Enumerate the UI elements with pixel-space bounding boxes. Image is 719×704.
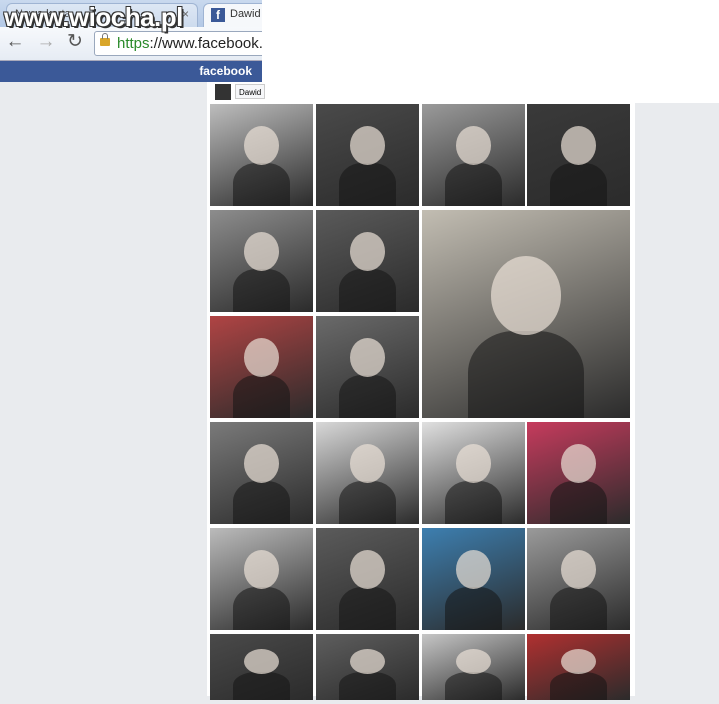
photo-thumbnail[interactable] [210, 316, 313, 418]
address-bar[interactable]: https://www.facebook.c [94, 31, 262, 56]
profile-column: Dawid [207, 82, 635, 700]
photo-face [560, 444, 596, 484]
photo-figure [549, 587, 608, 630]
photo-thumbnail[interactable] [316, 528, 419, 630]
photo-thumbnail[interactable] [527, 528, 630, 630]
close-icon[interactable]: × [182, 7, 189, 21]
photo-thumbnail[interactable] [422, 422, 525, 524]
facebook-logo[interactable]: facebook [199, 64, 252, 78]
photo-thumbnail[interactable] [210, 104, 313, 206]
photo-face [560, 550, 596, 590]
photo-face [455, 550, 491, 590]
photo-thumbnail[interactable] [422, 104, 525, 206]
photo-figure [444, 163, 503, 206]
photo-figure [232, 163, 291, 206]
url-rest: ://www.facebook.c [149, 35, 262, 52]
photo-face [455, 648, 491, 674]
photo-face [349, 444, 385, 484]
photo-face [243, 550, 279, 590]
photo-face [349, 648, 385, 674]
photo-figure [338, 163, 397, 206]
forward-button[interactable]: → [35, 31, 57, 53]
photo-face [560, 648, 596, 674]
photo-figure [232, 375, 291, 418]
photo-figure [338, 269, 397, 312]
photo-thumbnail[interactable] [422, 528, 525, 630]
profile-mini-header[interactable]: Dawid [207, 82, 265, 102]
photo-figure [444, 481, 503, 524]
profile-name[interactable]: Dawid [235, 84, 265, 99]
photo-grid [207, 104, 635, 704]
facebook-bluebar: facebook [0, 61, 262, 82]
photo-figure [549, 163, 608, 206]
photo-thumbnail[interactable] [210, 634, 313, 700]
photo-face [243, 126, 279, 166]
photo-thumbnail[interactable] [210, 528, 313, 630]
photo-face [243, 648, 279, 674]
photo-face [243, 338, 279, 378]
photo-figure [232, 587, 291, 630]
watermark: www.wiocha.pl [4, 2, 183, 32]
photo-thumbnail[interactable] [316, 316, 419, 418]
avatar[interactable] [215, 84, 231, 100]
url-scheme: https [117, 35, 150, 52]
photo-figure [338, 481, 397, 524]
photo-thumbnail[interactable] [210, 422, 313, 524]
tab-dawid[interactable]: f Dawid [203, 3, 262, 27]
photo-thumbnail[interactable] [527, 634, 630, 700]
browser-window: Nowa karta × f Dawid ← → ↻ https://www.f… [0, 0, 262, 82]
tab-dawid-label: Dawid [230, 8, 261, 20]
photo-face [243, 232, 279, 272]
photo-thumbnail[interactable] [316, 634, 419, 700]
photo-face [349, 550, 385, 590]
photo-face [455, 444, 491, 484]
photo-thumbnail[interactable] [316, 422, 419, 524]
photo-figure [232, 481, 291, 524]
photo-thumbnail[interactable] [422, 210, 630, 418]
back-button[interactable]: ← [4, 31, 26, 53]
photo-figure [338, 587, 397, 630]
photo-face [349, 126, 385, 166]
photo-figure [444, 587, 503, 630]
photo-thumbnail[interactable] [527, 104, 630, 206]
photo-face [243, 444, 279, 484]
photo-face [560, 126, 596, 166]
photo-figure [549, 481, 608, 524]
photo-figure [467, 330, 585, 418]
facebook-icon: f [211, 8, 225, 22]
photo-figure [232, 269, 291, 312]
photo-thumbnail[interactable] [316, 210, 419, 312]
photo-face [455, 126, 491, 166]
photo-thumbnail[interactable] [210, 210, 313, 312]
lock-icon [100, 33, 110, 46]
reload-button[interactable]: ↻ [64, 31, 86, 53]
photo-face [490, 255, 562, 335]
photo-face [349, 338, 385, 378]
photo-figure [338, 375, 397, 418]
photo-thumbnail[interactable] [316, 104, 419, 206]
photo-face [349, 232, 385, 272]
photo-thumbnail[interactable] [422, 634, 525, 700]
photo-thumbnail[interactable] [527, 422, 630, 524]
